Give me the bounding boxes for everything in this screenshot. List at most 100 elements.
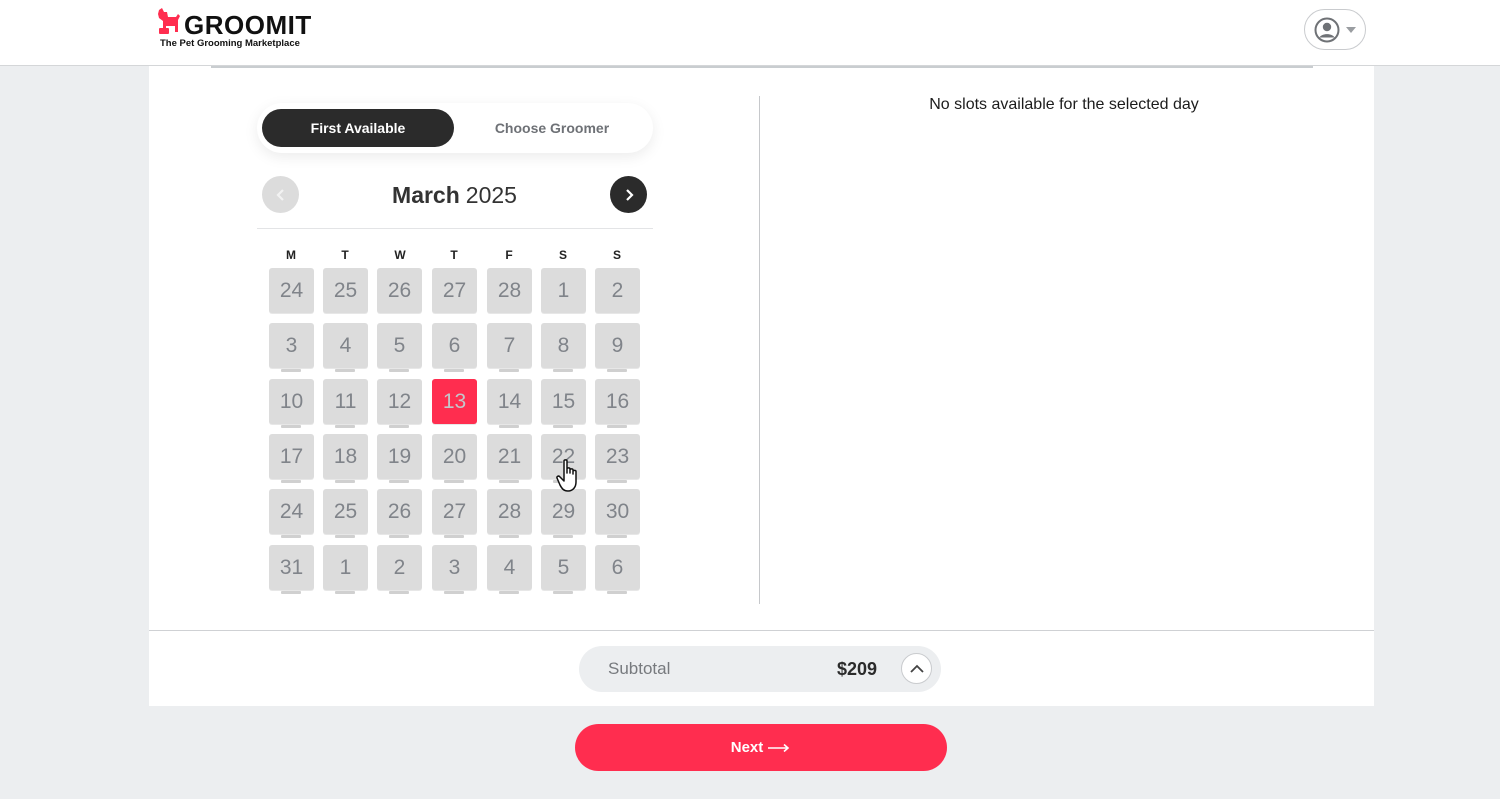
day-indicator	[335, 425, 355, 428]
calendar-day-number: 4	[503, 555, 516, 579]
calendar-day[interactable]: 27	[432, 268, 477, 313]
calendar-day[interactable]: 21	[487, 434, 532, 483]
prev-month-button[interactable]	[262, 176, 299, 213]
calendar-day[interactable]: 30	[595, 489, 640, 538]
calendar-day[interactable]: 14	[487, 379, 532, 428]
calendar-day-number: 8	[557, 333, 570, 357]
calendar-day[interactable]: 7	[487, 323, 532, 372]
calendar-day[interactable]: 31	[269, 545, 314, 594]
day-indicator	[389, 425, 409, 428]
calendar-day-number: 7	[503, 333, 516, 357]
arrow-right-icon	[768, 743, 790, 752]
calendar-day[interactable]: 12	[377, 379, 422, 428]
day-indicator	[389, 535, 409, 538]
calendar-day[interactable]: 8	[541, 323, 586, 372]
brand-name: GROOMIT	[184, 10, 312, 40]
calendar-day[interactable]: 6	[595, 545, 640, 594]
calendar-day[interactable]: 22	[541, 434, 586, 483]
next-month-button[interactable]	[610, 176, 647, 213]
calendar-day-number: 20	[442, 444, 467, 468]
calendar-day-number: 4	[339, 333, 352, 357]
day-indicator	[607, 425, 627, 428]
day-indicator	[499, 425, 519, 428]
day-indicator	[607, 480, 627, 483]
next-button[interactable]: Next	[575, 724, 947, 771]
user-circle-icon	[1314, 17, 1340, 42]
calendar-day[interactable]: 28	[487, 268, 532, 313]
weekday-friday: F	[505, 248, 513, 262]
calendar-day-number: 12	[387, 389, 412, 413]
calendar-day[interactable]: 16	[595, 379, 640, 428]
weekday-monday: M	[286, 248, 296, 262]
calendar-day-number: 27	[442, 499, 467, 523]
calendar-day[interactable]: 4	[323, 323, 368, 372]
calendar-day[interactable]: 26	[377, 268, 422, 313]
calendar-day[interactable]: 9	[595, 323, 640, 372]
calendar-day[interactable]: 26	[377, 489, 422, 538]
subtotal-expand-button[interactable]	[901, 653, 932, 684]
weekday-wednesday: W	[394, 248, 406, 262]
calendar-day-number: 2	[611, 278, 624, 302]
day-indicator	[444, 535, 464, 538]
day-indicator	[389, 591, 409, 594]
calendar-day[interactable]: 10	[269, 379, 314, 428]
day-indicator	[281, 480, 301, 483]
groomer-mode-toggle: First Available Choose Groomer	[257, 103, 653, 153]
choose-groomer-option[interactable]: Choose Groomer	[457, 109, 647, 147]
calendar-day[interactable]: 27	[432, 489, 477, 538]
calendar-day[interactable]: 20	[432, 434, 477, 483]
calendar-day-number: 15	[551, 389, 576, 413]
calendar-day[interactable]: 23	[595, 434, 640, 483]
calendar-day-selected[interactable]: 13	[432, 379, 477, 424]
day-indicator	[499, 369, 519, 372]
subtotal-label: Subtotal	[608, 659, 671, 678]
calendar-day-number: 28	[497, 278, 522, 302]
calendar-day[interactable]: 18	[323, 434, 368, 483]
calendar-day[interactable]: 25	[323, 268, 368, 313]
calendar-day[interactable]: 25	[323, 489, 368, 538]
calendar-day-number: 5	[557, 555, 570, 579]
calendar-day-number: 2	[393, 555, 406, 579]
day-indicator	[553, 535, 573, 538]
calendar-day-number: 11	[334, 389, 357, 413]
calendar-day[interactable]: 11	[323, 379, 368, 428]
day-indicator	[281, 425, 301, 428]
calendar-day[interactable]: 17	[269, 434, 314, 483]
calendar-day[interactable]: 3	[432, 545, 477, 594]
chevron-right-icon	[625, 188, 634, 201]
day-indicator	[389, 480, 409, 483]
chevron-left-icon	[275, 188, 284, 201]
chevron-up-icon	[909, 664, 924, 673]
calendar-day[interactable]: 2	[377, 545, 422, 594]
calendar-day-number: 26	[387, 499, 412, 523]
day-indicator	[553, 480, 573, 483]
calendar-day[interactable]: 15	[541, 379, 586, 428]
calendar-day[interactable]: 2	[595, 268, 640, 313]
calendar-day[interactable]: 5	[377, 323, 422, 372]
calendar-day[interactable]: 3	[269, 323, 314, 372]
dog-logo-icon	[158, 8, 180, 34]
account-menu-button[interactable]	[1304, 9, 1366, 50]
calendar-day[interactable]: 29	[541, 489, 586, 538]
calendar-day[interactable]: 1	[541, 268, 586, 313]
day-indicator	[553, 591, 573, 594]
calendar-day[interactable]: 24	[269, 268, 314, 313]
subtotal-value: $209	[837, 659, 878, 679]
calendar-day[interactable]: 5	[541, 545, 586, 594]
calendar-day-number: 5	[393, 333, 406, 357]
calendar-day-number: 1	[557, 278, 570, 302]
calendar-day[interactable]: 4	[487, 545, 532, 594]
calendar-divider	[257, 228, 653, 229]
calendar-day[interactable]: 6	[432, 323, 477, 372]
groomit-logo[interactable]: GROOMIT The Pet Grooming Marketplace	[156, 8, 316, 52]
day-indicator	[281, 535, 301, 538]
first-available-option[interactable]: First Available	[262, 109, 454, 147]
calendar-day-number: 6	[448, 333, 461, 357]
calendar-day[interactable]: 28	[487, 489, 532, 538]
calendar-day[interactable]: 1	[323, 545, 368, 594]
calendar-day[interactable]: 24	[269, 489, 314, 538]
calendar-day-number: 18	[333, 444, 358, 468]
calendar-day[interactable]: 19	[377, 434, 422, 483]
calendar-month: March	[392, 182, 460, 208]
calendar-day-number: 30	[605, 499, 630, 523]
